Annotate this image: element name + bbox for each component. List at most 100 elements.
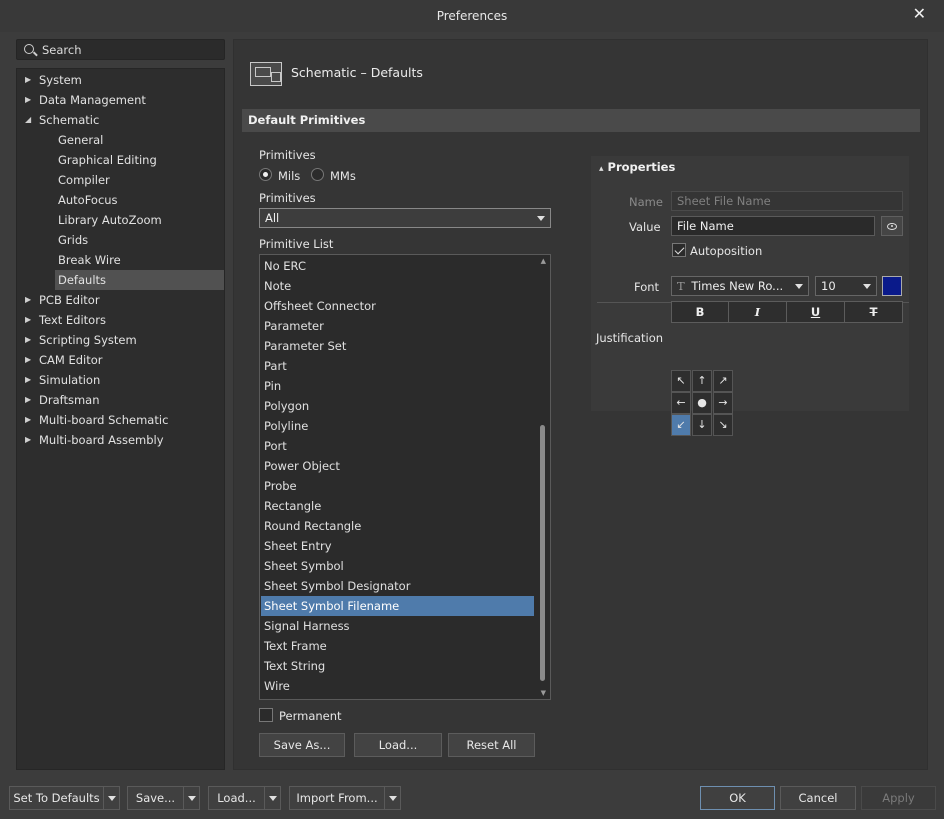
justify-right-icon[interactable]: → (713, 392, 733, 414)
tree-item-cam-editor[interactable]: ▶ CAM Editor (17, 350, 224, 370)
list-item[interactable]: Port (261, 436, 534, 456)
load-dropdown[interactable] (264, 786, 281, 810)
save-button[interactable]: Save... (127, 786, 184, 810)
tree-item-text-editors[interactable]: ▶ Text Editors (17, 310, 224, 330)
strikethrough-button[interactable]: T (844, 301, 903, 323)
list-item[interactable]: Sheet Entry (261, 536, 534, 556)
chevron-down-icon (537, 216, 545, 221)
justify-bottom-right-icon[interactable]: ↘ (713, 414, 733, 436)
load-settings-button[interactable]: Load... (208, 786, 265, 810)
primitives-filter-select[interactable]: All (259, 208, 551, 228)
justify-top-left-icon[interactable]: ↖ (671, 370, 691, 392)
tree-item-pcb-editor[interactable]: ▶ PCB Editor (17, 290, 224, 310)
list-item[interactable]: Power Object (261, 456, 534, 476)
chevron-right-icon[interactable]: ▶ (25, 330, 31, 350)
chevron-right-icon[interactable]: ▶ (25, 90, 31, 110)
tree-item-grids[interactable]: Grids (55, 230, 224, 250)
primitive-list[interactable]: ▲ ▼ No ERC Note Offsheet Connector Paramete… (259, 254, 551, 700)
tree-item-break-wire[interactable]: Break Wire (55, 250, 224, 270)
tree-item-compiler[interactable]: Compiler (55, 170, 224, 190)
value-field[interactable]: File Name (671, 216, 875, 236)
properties-title[interactable]: Properties (599, 160, 676, 174)
list-item[interactable]: Signal Harness (261, 616, 534, 636)
apply-button[interactable]: Apply (861, 786, 936, 810)
list-item[interactable]: Text String (261, 656, 534, 676)
tree-item-multi-board-schematic[interactable]: ▶ Multi-board Schematic (17, 410, 224, 430)
chevron-right-icon[interactable]: ▶ (25, 430, 31, 450)
tree-item-general[interactable]: General (55, 130, 224, 150)
list-item[interactable]: Offsheet Connector (261, 296, 534, 316)
reset-all-button[interactable]: Reset All (448, 733, 535, 757)
list-item[interactable]: Sheet Symbol (261, 556, 534, 576)
list-item[interactable]: Rectangle (261, 496, 534, 516)
tree-item-graphical-editing[interactable]: Graphical Editing (55, 150, 224, 170)
tree-item-multi-board-assembly[interactable]: ▶ Multi-board Assembly (17, 430, 224, 450)
mils-radio[interactable] (259, 168, 272, 181)
scroll-down-icon[interactable]: ▼ (541, 689, 546, 697)
search-input[interactable]: Search (16, 39, 225, 60)
list-item[interactable]: Sheet Symbol Filename (261, 596, 534, 616)
chevron-right-icon[interactable]: ▶ (25, 290, 31, 310)
justify-center-icon[interactable]: ● (692, 392, 712, 414)
load-button[interactable]: Load... (354, 733, 442, 757)
autoposition-checkbox[interactable] (672, 243, 686, 257)
preferences-tree[interactable]: ▶ System ▶ Data Management ◢ Schematic General… (16, 68, 225, 770)
list-item[interactable]: Sheet Symbol Designator (261, 576, 534, 596)
save-dropdown[interactable] (183, 786, 200, 810)
list-item[interactable]: Parameter Set (261, 336, 534, 356)
ok-button[interactable]: OK (700, 786, 775, 810)
tree-item-label: Grids (58, 233, 89, 247)
tree-item-defaults[interactable]: Defaults (55, 270, 224, 290)
list-item[interactable]: Text Frame (261, 636, 534, 656)
save-as-button[interactable]: Save As... (259, 733, 345, 757)
cancel-button[interactable]: Cancel (780, 786, 856, 810)
list-item[interactable]: Part (261, 356, 534, 376)
list-item[interactable]: Probe (261, 476, 534, 496)
chevron-right-icon[interactable]: ▶ (25, 410, 31, 430)
list-item[interactable]: Parameter (261, 316, 534, 336)
chevron-right-icon[interactable]: ▶ (25, 370, 31, 390)
justify-top-right-icon[interactable]: ↗ (713, 370, 733, 392)
tree-item-data-management[interactable]: ▶ Data Management (17, 90, 224, 110)
font-color-swatch[interactable] (882, 276, 902, 296)
close-icon[interactable]: ✕ (913, 4, 926, 23)
scrollbar-thumb[interactable] (540, 425, 545, 681)
list-item[interactable]: No ERC (261, 256, 534, 276)
justify-bottom-left-icon[interactable]: ↙ (671, 414, 691, 436)
list-item[interactable]: Polyline (261, 416, 534, 436)
set-to-defaults-dropdown[interactable] (103, 786, 120, 810)
chevron-right-icon[interactable]: ▶ (25, 350, 31, 370)
font-size-select[interactable]: 10 (815, 276, 877, 296)
italic-button[interactable]: I (728, 301, 787, 323)
tree-item-autofocus[interactable]: AutoFocus (55, 190, 224, 210)
list-item[interactable]: Round Rectangle (261, 516, 534, 536)
permanent-checkbox[interactable] (259, 708, 273, 722)
list-item[interactable]: Polygon (261, 396, 534, 416)
justify-bottom-icon[interactable]: ↓ (692, 414, 712, 436)
tree-item-library-autozoom[interactable]: Library AutoZoom (55, 210, 224, 230)
justify-top-icon[interactable]: ↑ (692, 370, 712, 392)
list-item[interactable]: Wire (261, 676, 534, 696)
chevron-down-icon[interactable]: ◢ (25, 110, 31, 130)
scroll-up-icon[interactable]: ▲ (541, 257, 546, 265)
list-item[interactable]: Pin (261, 376, 534, 396)
justify-left-icon[interactable]: ← (671, 392, 691, 414)
set-to-defaults-button[interactable]: Set To Defaults (9, 786, 104, 810)
chevron-right-icon[interactable]: ▶ (25, 390, 31, 410)
tree-item-label: Schematic (39, 113, 100, 127)
chevron-right-icon[interactable]: ▶ (25, 70, 31, 90)
tree-item-scripting-system[interactable]: ▶ Scripting System (17, 330, 224, 350)
import-from-button[interactable]: Import From... (289, 786, 385, 810)
list-item[interactable]: Note (261, 276, 534, 296)
underline-button[interactable]: U (786, 301, 845, 323)
bold-button[interactable]: B (671, 301, 729, 323)
visibility-toggle-button[interactable] (881, 216, 903, 236)
tree-item-draftsman[interactable]: ▶ Draftsman (17, 390, 224, 410)
mms-radio[interactable] (311, 168, 324, 181)
chevron-right-icon[interactable]: ▶ (25, 310, 31, 330)
tree-item-system[interactable]: ▶ System (17, 70, 224, 90)
tree-item-simulation[interactable]: ▶ Simulation (17, 370, 224, 390)
import-from-dropdown[interactable] (384, 786, 401, 810)
font-select[interactable]: T Times New Ro... (671, 276, 809, 296)
tree-item-schematic[interactable]: ◢ Schematic (17, 110, 224, 130)
